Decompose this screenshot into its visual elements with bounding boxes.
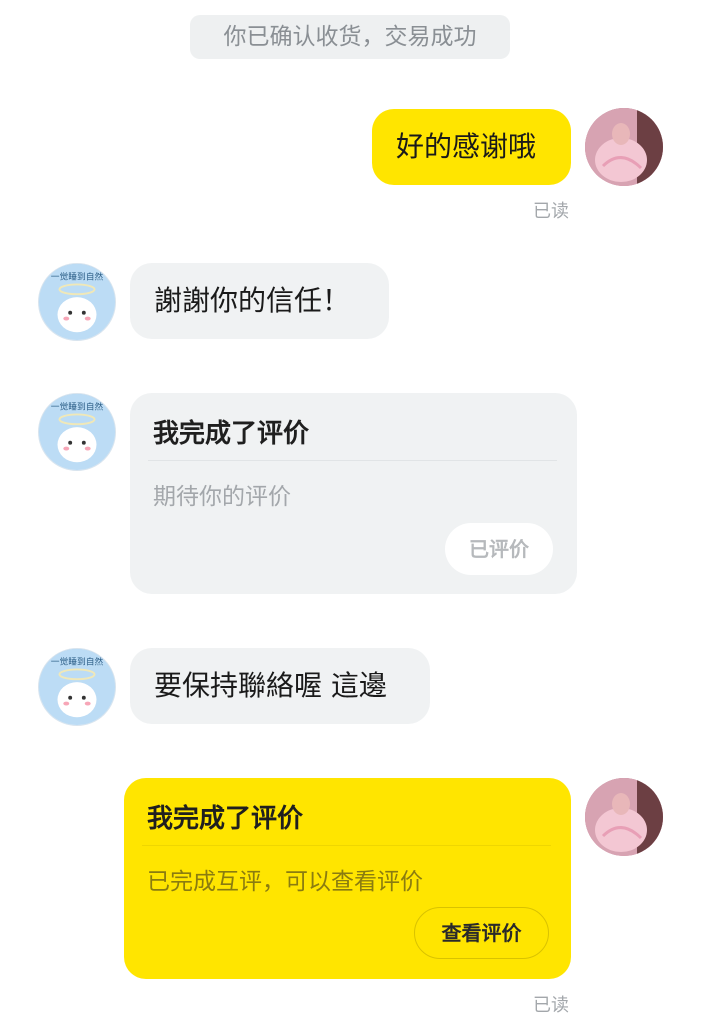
message-text: 好的感谢哦 [396, 130, 537, 163]
other-message-bubble[interactable]: 謝謝你的信任！ [130, 263, 389, 339]
other-avatar[interactable]: 一觉睡到自然 [38, 648, 116, 726]
card-divider [148, 460, 557, 461]
read-status: 已读 [533, 201, 569, 222]
other-avatar[interactable]: 一觉睡到自然 [38, 263, 116, 341]
other-message-bubble[interactable]: 要保持聯絡喔 這邊 [130, 648, 430, 724]
message-text: 謝謝你的信任！ [154, 284, 351, 317]
avatar-caption: 一觉睡到自然 [51, 271, 104, 283]
self-review-card[interactable]: 我完成了评价 已完成互评，可以查看评价 查看评价 [124, 778, 571, 979]
review-card-subtitle: 期待你的评价 [153, 484, 291, 510]
other-avatar[interactable]: 一觉睡到自然 [38, 393, 116, 471]
message-text: 要保持聯絡喔 這邊 [154, 669, 387, 702]
review-card-title: 我完成了评价 [153, 419, 310, 449]
avatar-caption: 一觉睡到自然 [51, 656, 104, 668]
review-card-title: 我完成了评价 [147, 804, 304, 834]
avatar-caption: 一觉睡到自然 [51, 401, 104, 413]
review-card-subtitle: 已完成互评，可以查看评价 [147, 869, 423, 895]
read-status: 已读 [533, 995, 569, 1016]
view-review-button[interactable]: 查看评价 [414, 907, 549, 959]
review-card[interactable]: 我完成了评价 期待你的评价 已评价 [130, 393, 577, 594]
self-message-bubble[interactable]: 好的感谢哦 [372, 109, 571, 185]
self-avatar[interactable] [585, 108, 663, 186]
self-avatar[interactable] [585, 778, 663, 856]
reviewed-button[interactable]: 已评价 [445, 523, 553, 575]
system-notice: 你已确认收货，交易成功 [190, 15, 510, 59]
card-divider [142, 845, 551, 846]
